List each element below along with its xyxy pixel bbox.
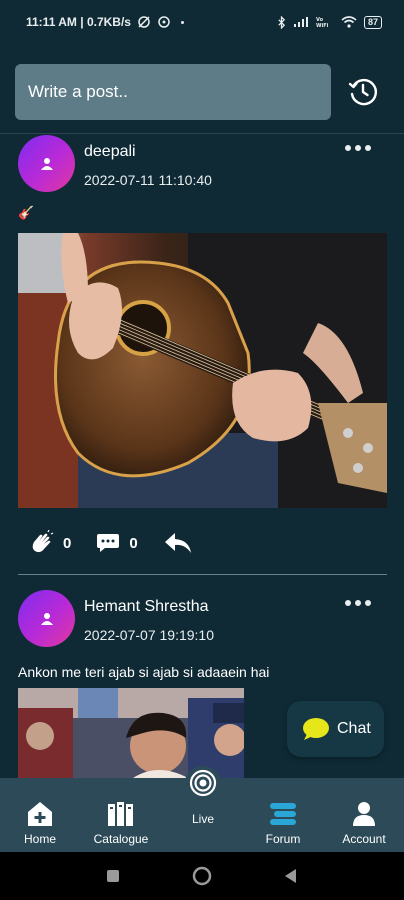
comment-count: 0	[129, 534, 138, 552]
movie-still-photo	[18, 688, 244, 778]
back-button[interactable]	[270, 852, 310, 900]
wifi-icon	[341, 16, 357, 28]
post-author[interactable]: Hemant Shrestha	[84, 598, 214, 616]
comment-button[interactable]: 0	[96, 532, 138, 554]
nav-item-forum[interactable]: Forum	[243, 778, 323, 852]
nav-item-home[interactable]: Home	[0, 778, 80, 852]
post-options-button[interactable]	[343, 596, 373, 610]
vowifi-icon: VoWiFi	[316, 17, 329, 28]
system-nav-bar	[0, 852, 404, 900]
nav-label-forum: Forum	[265, 832, 301, 846]
recents-button[interactable]	[93, 852, 133, 900]
forum-icon	[270, 803, 296, 825]
avatar[interactable]	[18, 590, 75, 647]
nav-label-home: Home	[23, 832, 56, 846]
status-right: Vo WiFi 87	[277, 15, 382, 29]
nav-item-live[interactable]: Live	[184, 766, 222, 826]
comment-icon	[97, 534, 120, 552]
status-left: 11:11 AM | 0.7KB/s	[26, 15, 184, 29]
chat-button[interactable]: Chat	[287, 701, 384, 757]
clock-history-icon	[348, 78, 378, 106]
notification-dot-icon	[180, 20, 184, 24]
nav-label-catalogue: Catalogue	[93, 832, 149, 846]
nav-item-catalogue[interactable]: Catalogue	[81, 778, 161, 852]
back-triangle-icon	[285, 869, 296, 883]
post-timestamp: 2022-07-11 11:10:40	[84, 172, 212, 188]
post-author[interactable]: deepali	[84, 143, 212, 161]
post-text: 🎸	[18, 205, 35, 220]
nav-item-account[interactable]: Account	[324, 778, 404, 852]
signal-icon	[293, 17, 308, 27]
data-saver-icon	[138, 16, 150, 28]
clap-count: 0	[63, 534, 72, 552]
user-icon	[40, 157, 53, 170]
status-time: 11:11 AM | 0.7KB/s	[26, 15, 131, 29]
share-button[interactable]	[164, 532, 192, 554]
battery-icon: 87	[363, 15, 382, 29]
whatsapp-icon	[158, 16, 170, 28]
bluetooth-icon	[278, 15, 286, 29]
post-options-button[interactable]	[343, 141, 373, 155]
post-timestamp: 2022-07-07 19:19:10	[84, 627, 214, 643]
nav-label-live: Live	[191, 812, 214, 826]
home-plus-icon	[28, 802, 52, 826]
post-meta: deepali 2022-07-11 11:10:40	[84, 143, 212, 188]
post-divider	[18, 574, 387, 575]
write-post-input[interactable]: Write a post..	[15, 64, 331, 120]
write-post-placeholder: Write a post..	[28, 82, 128, 101]
guitar-photo	[18, 233, 387, 508]
nav-label-account: Account	[342, 832, 386, 846]
post-image[interactable]	[18, 233, 387, 508]
books-icon	[108, 802, 133, 826]
post-actions: 0 0	[30, 528, 192, 558]
composer-divider	[0, 133, 404, 134]
status-bar: 11:11 AM | 0.7KB/s Vo WiFi 87	[0, 0, 404, 44]
clap-icon	[32, 530, 54, 553]
post-header: deepali 2022-07-11 11:10:40	[18, 135, 212, 192]
avatar[interactable]	[18, 135, 75, 192]
user-icon	[40, 612, 53, 625]
reply-arrow-icon	[164, 533, 191, 553]
square-icon	[107, 870, 119, 882]
circle-icon	[192, 866, 212, 886]
clap-button[interactable]: 0	[30, 530, 71, 556]
post-meta: Hemant Shrestha 2022-07-07 19:19:10	[84, 598, 214, 643]
svg-text:WiFi: WiFi	[316, 23, 329, 28]
post-image[interactable]	[18, 688, 244, 778]
history-button[interactable]	[345, 74, 381, 110]
chat-button-label: Chat	[337, 720, 371, 737]
home-button[interactable]	[182, 852, 222, 900]
chat-bubble-icon	[303, 718, 329, 740]
post-header: Hemant Shrestha 2022-07-07 19:19:10	[18, 590, 214, 647]
account-icon	[353, 802, 375, 826]
live-icon	[189, 769, 217, 796]
post-text: Ankon me teri ajab si ajab si adaaein ha…	[18, 664, 270, 680]
